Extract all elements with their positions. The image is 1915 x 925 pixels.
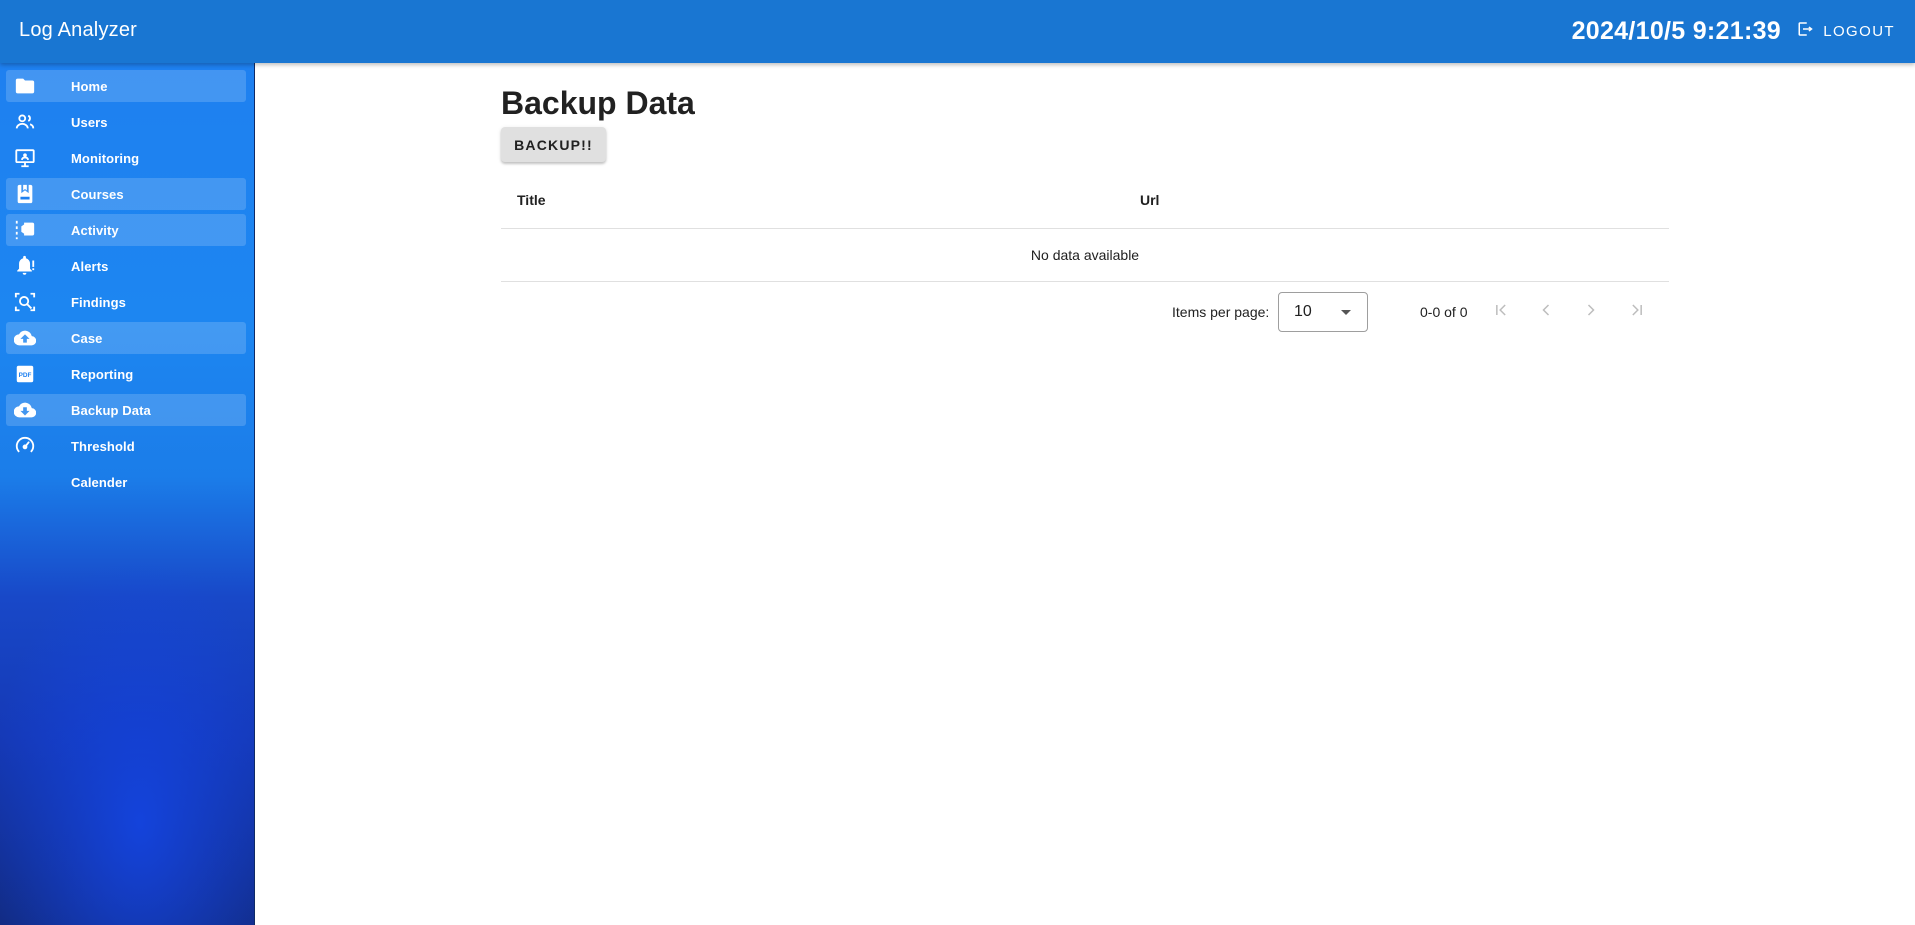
sidebar-item-home[interactable]: Home <box>6 70 246 102</box>
items-per-page-label: Items per page: <box>1172 304 1270 320</box>
sidebar-item-label: Monitoring <box>71 151 140 166</box>
backup-table: Title Url No data available Items per pa… <box>501 173 1669 344</box>
chevron-left-icon <box>1536 300 1556 325</box>
items-per-page-select[interactable]: 10 <box>1278 292 1368 332</box>
sidebar-item-label: Alerts <box>71 259 109 274</box>
sidebar-item-threshold[interactable]: Threshold <box>6 430 246 462</box>
sidebar-item-reporting[interactable]: PDF Reporting <box>6 358 246 390</box>
first-page-icon <box>1491 300 1511 325</box>
dropdown-caret-icon <box>1341 310 1351 315</box>
pagination: Items per page: 10 0-0 of 0 <box>501 282 1669 344</box>
speedometer-icon <box>14 435 36 457</box>
sidebar-item-courses[interactable]: Courses <box>6 178 246 210</box>
activity-icon <box>14 219 36 241</box>
sidebar-item-label: Reporting <box>71 367 134 382</box>
sidebar-item-label: Threshold <box>71 439 135 454</box>
app-title: Log Analyzer <box>19 19 138 41</box>
items-per-page-value: 10 <box>1294 303 1312 320</box>
table-header: Title Url <box>501 173 1669 229</box>
chevron-right-icon <box>1581 300 1601 325</box>
sidebar-item-monitoring[interactable]: Monitoring <box>6 142 246 174</box>
last-page-icon <box>1627 300 1647 325</box>
sidebar-nav: Home Users Monitoring Courses Activity A… <box>6 70 246 502</box>
logout-label: LOGOUT <box>1823 22 1895 40</box>
page-title: Backup Data <box>501 85 695 121</box>
sidebar-item-findings[interactable]: Findings <box>6 286 246 318</box>
sidebar-item-calender[interactable]: Calender <box>6 466 246 498</box>
previous-page-button[interactable] <box>1532 298 1560 326</box>
search-image-icon <box>14 291 36 313</box>
sidebar-item-label: Courses <box>71 187 124 202</box>
sidebar-item-backup-data[interactable]: Backup Data <box>6 394 246 426</box>
current-datetime: 2024/10/5 9:21:39 <box>1571 17 1781 45</box>
pdf-icon: PDF <box>14 363 36 385</box>
sidebar-item-label: Case <box>71 331 103 346</box>
column-header-title[interactable]: Title <box>517 192 546 208</box>
cloud-download-icon <box>14 399 36 421</box>
courses-icon <box>14 183 36 205</box>
first-page-button[interactable] <box>1487 298 1515 326</box>
bell-alert-icon <box>14 255 36 277</box>
sidebar-item-label: Findings <box>71 295 126 310</box>
main-content: Backup Data BACKUP!! Title Url No data a… <box>255 63 1915 925</box>
backup-button[interactable]: BACKUP!! <box>501 127 606 162</box>
monitor-icon <box>14 147 36 169</box>
cloud-upload-icon <box>14 327 36 349</box>
svg-text:PDF: PDF <box>19 372 32 379</box>
sidebar-item-label: Users <box>71 115 108 130</box>
page-range-text: 0-0 of 0 <box>1420 304 1468 320</box>
sidebar-item-label: Activity <box>71 223 119 238</box>
users-icon <box>14 111 36 133</box>
sidebar-item-label: Home <box>71 79 108 94</box>
sidebar-item-users[interactable]: Users <box>6 106 246 138</box>
logout-button[interactable]: LOGOUT <box>1793 16 1899 46</box>
logout-icon <box>1797 20 1815 42</box>
sidebar-item-alerts[interactable]: Alerts <box>6 250 246 282</box>
sidebar-item-activity[interactable]: Activity <box>6 214 246 246</box>
sidebar-item-label: Backup Data <box>71 403 151 418</box>
folder-icon <box>14 75 36 97</box>
next-page-button[interactable] <box>1577 298 1605 326</box>
sidebar: Home Users Monitoring Courses Activity A… <box>0 63 255 925</box>
app-bar: Log Analyzer 2024/10/5 9:21:39 LOGOUT <box>0 0 1915 63</box>
column-header-url[interactable]: Url <box>1140 192 1159 208</box>
sidebar-item-case[interactable]: Case <box>6 322 246 354</box>
sidebar-item-label: Calender <box>71 475 128 490</box>
empty-table-message: No data available <box>501 229 1669 282</box>
last-page-button[interactable] <box>1623 298 1651 326</box>
